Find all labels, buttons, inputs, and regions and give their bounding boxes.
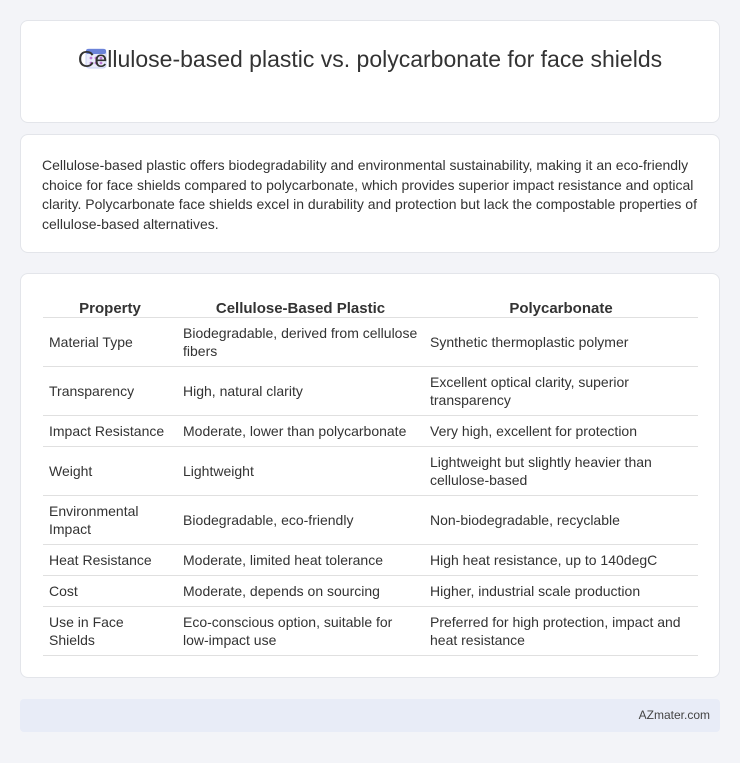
summary-text: Cellulose-based plastic offers biodegrad… [42,157,697,232]
table-cell: Very high, excellent for protection [424,416,698,447]
footer: AZmater.com [20,699,720,732]
table-header-row: Property Cellulose-Based Plastic Polycar… [43,296,698,318]
table-cell: Biodegradable, eco-friendly [177,496,424,545]
table-row: Weight Lightweight Lightweight but sligh… [43,447,698,496]
table-cell: Preferred for high protection, impact an… [424,607,698,656]
table-row: Heat Resistance Moderate, limited heat t… [43,545,698,576]
table-row: Use in Face Shields Eco-conscious option… [43,607,698,656]
comparison-table-card: Property Cellulose-Based Plastic Polycar… [20,273,720,678]
table-cell: Higher, industrial scale production [424,576,698,607]
table-cell: Material Type [43,318,177,367]
table-row: Material Type Biodegradable, derived fro… [43,318,698,367]
table-cell: Moderate, lower than polycarbonate [177,416,424,447]
table-cell: Environmental Impact [43,496,177,545]
summary-card: Cellulose-based plastic offers biodegrad… [20,134,720,253]
table-row: Cost Moderate, depends on sourcing Highe… [43,576,698,607]
table-cell: Excellent optical clarity, superior tran… [424,367,698,416]
table-cell: Biodegradable, derived from cellulose fi… [177,318,424,367]
table-row: Transparency High, natural clarity Excel… [43,367,698,416]
table-cell: Moderate, limited heat tolerance [177,545,424,576]
column-header-polycarbonate: Polycarbonate [424,296,698,318]
table-cell: Use in Face Shields [43,607,177,656]
table-cell: Moderate, depends on sourcing [177,576,424,607]
column-header-property: Property [43,296,177,318]
table-row: Environmental Impact Biodegradable, eco-… [43,496,698,545]
title-card: Cellulose-based plastic vs. polycarbonat… [20,20,720,123]
table-cell: Cost [43,576,177,607]
footer-site-link[interactable]: AZmater.com [639,708,710,722]
table-cell: Transparency [43,367,177,416]
table-row: Impact Resistance Moderate, lower than p… [43,416,698,447]
table-cell: Eco-conscious option, suitable for low-i… [177,607,424,656]
table-cell: Weight [43,447,177,496]
table-cell: Lightweight [177,447,424,496]
table-cell: Synthetic thermoplastic polymer [424,318,698,367]
comparison-table: Property Cellulose-Based Plastic Polycar… [43,296,698,656]
table-cell: High, natural clarity [177,367,424,416]
table-cell: Lightweight but slightly heavier than ce… [424,447,698,496]
table-cell: High heat resistance, up to 140degC [424,545,698,576]
table-cell: Non-biodegradable, recyclable [424,496,698,545]
table-cell: Heat Resistance [43,545,177,576]
column-header-cellulose: Cellulose-Based Plastic [177,296,424,318]
page-title: Cellulose-based plastic vs. polycarbonat… [77,46,663,72]
table-cell: Impact Resistance [43,416,177,447]
